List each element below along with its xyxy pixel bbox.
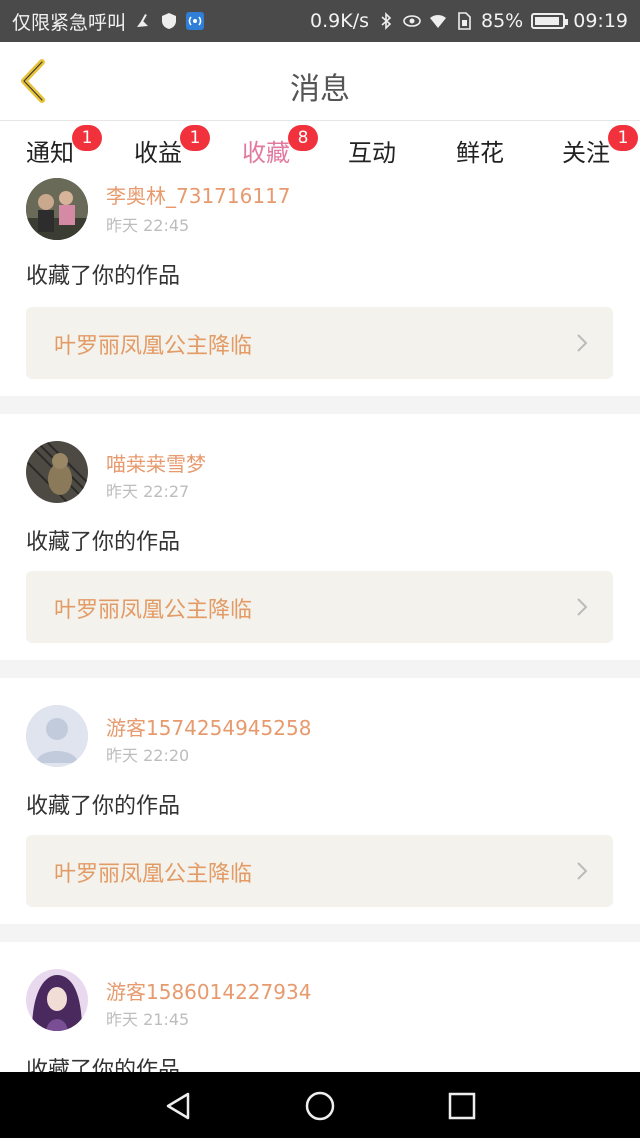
header: 消息 <box>0 42 640 120</box>
unread-badge: 1 <box>608 125 638 151</box>
tab-label: 互动 <box>348 139 396 167</box>
work-title: 叶罗丽凤凰公主降临 <box>54 334 253 359</box>
network-speed: 0.9K/s <box>310 10 369 32</box>
username[interactable]: 喵桒桒雪梦 <box>106 448 206 477</box>
tab-favorites[interactable]: 收藏 8 <box>242 125 318 182</box>
username[interactable]: 游客1586014227934 <box>106 976 311 1005</box>
tab-label: 收益 <box>134 139 182 167</box>
system-nav-bar <box>0 1072 640 1138</box>
work-link[interactable]: 叶罗丽凤凰公主降临 <box>26 307 613 379</box>
tab-interactions[interactable]: 互动 <box>348 133 396 168</box>
unread-badge: 8 <box>288 125 318 151</box>
tab-bar: 通知 1 收益 1 收藏 8 互动 鲜花 关注 1 <box>0 120 640 182</box>
unread-badge: 1 <box>180 125 210 151</box>
hotspot-icon <box>186 12 205 30</box>
work-link[interactable]: 叶罗丽凤凰公主降临 <box>26 835 613 907</box>
sim-icon <box>458 12 471 30</box>
timestamp: 昨天 22:27 <box>106 482 190 501</box>
action-text: 收藏了你的作品 <box>26 530 181 555</box>
work-link[interactable]: 叶罗丽凤凰公主降临 <box>26 571 613 643</box>
list-item: 李奥林_731716117 昨天 22:45 收藏了你的作品 叶罗丽凤凰公主降临 <box>0 176 640 396</box>
eye-icon <box>403 15 421 27</box>
action-text: 收藏了你的作品 <box>26 264 181 289</box>
wifi-icon <box>430 14 446 28</box>
list-item: 游客1574254945258 昨天 22:20 收藏了你的作品 叶罗丽凤凰公主… <box>0 678 640 924</box>
recents-square-icon[interactable] <box>446 1090 478 1122</box>
avatar[interactable] <box>26 705 88 767</box>
username[interactable]: 游客1574254945258 <box>106 712 311 741</box>
username[interactable]: 李奥林_731716117 <box>106 180 291 209</box>
broom-icon <box>137 14 149 27</box>
bluetooth-icon <box>381 12 392 30</box>
page-title: 消息 <box>290 72 350 107</box>
status-bar: 仅限紧急呼叫 0.9K/s 85% 09:19 <box>0 0 640 42</box>
tab-earnings[interactable]: 收益 1 <box>134 125 210 168</box>
timestamp: 昨天 22:45 <box>106 216 190 235</box>
avatar[interactable] <box>26 969 88 1031</box>
avatar[interactable] <box>26 178 88 240</box>
chevron-right-icon <box>577 334 588 352</box>
home-circle-icon[interactable] <box>304 1090 336 1122</box>
back-triangle-icon[interactable] <box>162 1090 194 1122</box>
shield-icon <box>162 13 177 29</box>
battery-icon <box>531 13 569 29</box>
list-item: 游客1586014227934 昨天 21:45 收藏了你的作品 <box>0 942 640 1072</box>
carrier-text: 仅限紧急呼叫 <box>12 11 127 34</box>
chevron-right-icon <box>577 598 588 616</box>
timestamp: 昨天 21:45 <box>106 1010 190 1029</box>
action-text: 收藏了你的作品 <box>26 1058 181 1072</box>
chevron-right-icon <box>577 862 588 880</box>
tab-flowers[interactable]: 鲜花 <box>456 133 504 168</box>
clock: 09:19 <box>573 10 628 32</box>
work-title: 叶罗丽凤凰公主降临 <box>54 598 253 623</box>
avatar[interactable] <box>26 441 88 503</box>
list-item: 喵桒桒雪梦 昨天 22:27 收藏了你的作品 叶罗丽凤凰公主降临 <box>0 414 640 660</box>
message-list[interactable]: 李奥林_731716117 昨天 22:45 收藏了你的作品 叶罗丽凤凰公主降临… <box>0 176 640 1072</box>
tab-label: 关注 <box>562 139 610 167</box>
tab-notifications[interactable]: 通知 1 <box>26 125 102 168</box>
unread-badge: 1 <box>72 125 102 151</box>
tab-following[interactable]: 关注 1 <box>562 125 638 168</box>
tab-label: 收藏 <box>242 139 290 167</box>
work-title: 叶罗丽凤凰公主降临 <box>54 862 253 887</box>
tab-label: 鲜花 <box>456 139 504 167</box>
action-text: 收藏了你的作品 <box>26 794 181 819</box>
battery-percent: 85% <box>481 10 524 32</box>
timestamp: 昨天 22:20 <box>106 746 190 765</box>
tab-label: 通知 <box>26 139 74 167</box>
